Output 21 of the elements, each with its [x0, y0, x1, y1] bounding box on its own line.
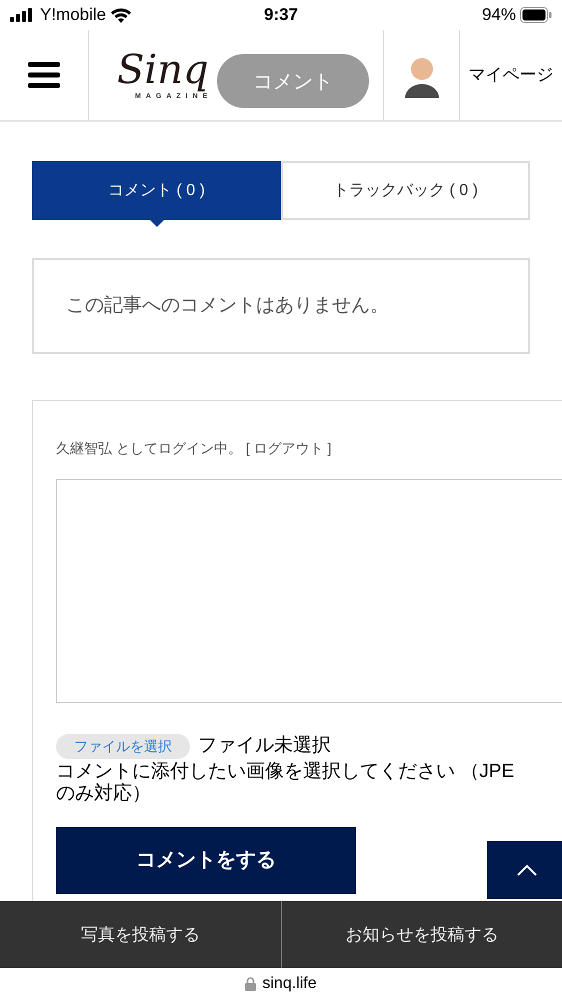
site-logo[interactable]: Sinq: [117, 48, 209, 92]
file-status: ファイル未選択: [198, 734, 331, 758]
battery-icon: [520, 7, 552, 23]
carrier-name: Y!mobile: [40, 4, 106, 26]
clock-time: 9:37: [262, 4, 300, 26]
tab-pointer: [148, 219, 164, 227]
lock-icon: [245, 977, 256, 991]
comment-input[interactable]: [56, 479, 562, 703]
wifi-icon: [110, 7, 132, 23]
menu-icon: [28, 62, 60, 88]
file-hint: コメントに添付したい画像を選択してください （JPE のみ対応）: [56, 760, 514, 804]
chevron-up-icon: [517, 864, 537, 876]
mypage-link[interactable]: マイページ: [460, 30, 562, 120]
logout-link[interactable]: [ ログアウト ]: [246, 438, 332, 459]
post-button[interactable]: 写真を投稿する: [0, 901, 280, 968]
login-status: 久継智弘 としてログイン中。: [56, 439, 242, 458]
empty-notice: この記事へのコメントはありません。: [66, 294, 389, 318]
battery-percent: 94%: [482, 4, 516, 26]
submit-button[interactable]: コメントをする: [56, 826, 356, 894]
tab[interactable]: トラックバック ( 0 ): [281, 161, 530, 220]
url-text: sinq.life: [262, 974, 317, 994]
